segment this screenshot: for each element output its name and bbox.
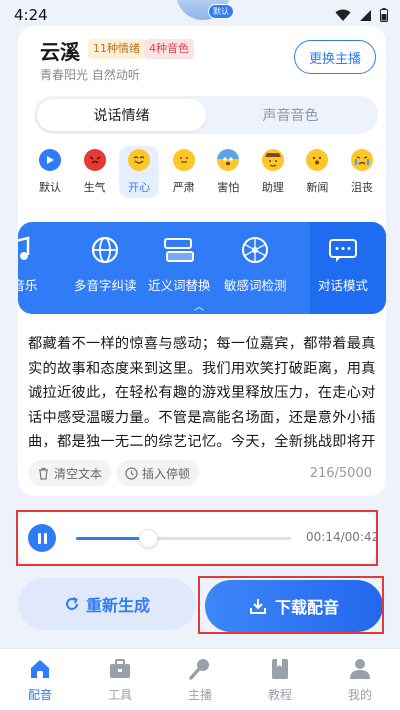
- play-circle-icon: [39, 149, 61, 171]
- voice-description: 青春阳光 自然动听: [40, 68, 140, 82]
- emotion-default[interactable]: 默认: [30, 146, 70, 198]
- voice-name: 云溪: [40, 40, 80, 64]
- nav-label: 教程: [267, 688, 292, 702]
- emotion-label: 默认: [39, 181, 61, 194]
- regenerate-button[interactable]: 重新生成: [18, 578, 196, 630]
- emotion-happy[interactable]: 开心: [119, 146, 160, 198]
- happy-face-icon: [128, 149, 151, 171]
- tool-label: 近义词替换: [148, 278, 211, 293]
- emotion-label: 新闻: [306, 181, 329, 194]
- clock-icon: [125, 466, 138, 480]
- music-note-icon: [18, 232, 37, 268]
- tool-dialogue-mode[interactable]: 对话模式: [318, 232, 368, 294]
- nav-profile[interactable]: 我的: [320, 649, 400, 710]
- character-counter: 216/5000: [309, 466, 372, 481]
- status-icons: [335, 8, 388, 22]
- emotion-tone-tabs: 说话情绪 声音音色: [34, 96, 378, 134]
- tool-polyphone-correction[interactable]: 多音字纠读: [74, 232, 137, 294]
- player-highlight-outline: [16, 510, 378, 566]
- clear-text-button[interactable]: 清空文本: [28, 460, 112, 486]
- clear-text-label: 清空文本: [54, 466, 103, 481]
- tool-synonym-replace[interactable]: 近义词替换: [148, 232, 211, 294]
- tool-label: 多音字纠读: [74, 278, 137, 293]
- download-highlight-outline: [198, 576, 384, 634]
- nav-label: 我的: [347, 688, 372, 702]
- toolbox-icon: [110, 659, 130, 678]
- network-icon: [237, 232, 273, 268]
- emotion-label: 助理: [261, 181, 284, 194]
- tab-speaking-emotion[interactable]: 说话情绪: [37, 99, 206, 131]
- emotion-label: 开心: [128, 181, 151, 194]
- insert-pause-button[interactable]: 插入停顿: [116, 460, 200, 486]
- emotion-sad[interactable]: 沮丧: [342, 146, 382, 198]
- tool-label: 景音乐: [18, 278, 38, 293]
- signal-icon: [360, 9, 371, 21]
- battery-icon: [380, 8, 388, 22]
- tool-label: 对话模式: [318, 278, 369, 293]
- insert-pause-label: 插入停顿: [142, 466, 191, 481]
- wifi-icon: [335, 9, 351, 21]
- emotion-serious[interactable]: 严肃: [164, 146, 204, 198]
- home-icon: [31, 660, 49, 678]
- sad-face-icon: [350, 149, 373, 171]
- profile-icon: [350, 659, 370, 679]
- emotion-label: 生气: [83, 181, 106, 194]
- angry-face-icon: [83, 149, 106, 171]
- emotion-scared[interactable]: 害怕: [208, 146, 248, 198]
- nav-anchor[interactable]: 主播: [160, 649, 240, 710]
- avatar-default-badge: 默认: [208, 4, 234, 19]
- change-anchor-button[interactable]: 更换主播: [294, 40, 376, 74]
- nav-label: 主播: [187, 688, 212, 702]
- scared-face-icon: [217, 149, 240, 171]
- microphone-icon: [189, 659, 209, 680]
- tone-count-tag: 4种音色: [144, 39, 194, 59]
- script-text[interactable]: 都藏着不一样的惊喜与感动；每一位嘉宾，都带着最真实的故事和态度来到这里。我们用欢…: [28, 332, 380, 455]
- globe-icon: [87, 232, 123, 268]
- voice-card: 云溪 11种情绪 4种音色 青春阳光 自然动听 更换主播 说话情绪 声音音色 默…: [18, 26, 386, 496]
- nav-dubbing[interactable]: 配音: [0, 649, 80, 710]
- emotion-label: 严肃: [172, 181, 195, 194]
- assistant-face-icon: [261, 149, 284, 171]
- status-time: 4:24: [14, 6, 48, 24]
- tools-bar: 景音乐 多音字纠读 近义词替换 敏感词检测 对话模式 ︿: [18, 222, 386, 314]
- emotion-news[interactable]: 新闻: [297, 146, 337, 198]
- chat-bubbles-icon: [325, 232, 361, 268]
- emotion-label: 沮丧: [350, 181, 373, 194]
- news-face-icon: [306, 149, 329, 171]
- regenerate-label: 重新生成: [85, 596, 150, 615]
- nav-label: 配音: [27, 688, 52, 702]
- trash-icon: [39, 467, 48, 480]
- book-icon: [272, 659, 288, 679]
- refresh-icon: [66, 597, 78, 610]
- tab-voice-tone[interactable]: 声音音色: [206, 99, 375, 131]
- swap-icon: [161, 232, 197, 268]
- serious-face-icon: [172, 149, 195, 171]
- emotion-list: 默认 生气 开心 严肃 害怕 助理 新闻 沮丧: [30, 146, 382, 198]
- emotion-count-tag: 11种情绪: [88, 39, 145, 59]
- tool-sensitive-word-check[interactable]: 敏感词检测: [224, 232, 287, 294]
- tool-background-music[interactable]: 景音乐: [18, 232, 38, 294]
- chevron-up-icon[interactable]: ︿: [194, 298, 204, 313]
- bottom-navigation: 配音 工具 主播 教程 我的: [0, 648, 400, 710]
- emotion-label: 害怕: [217, 181, 240, 194]
- nav-tutorial[interactable]: 教程: [240, 649, 320, 710]
- emotion-angry[interactable]: 生气: [75, 146, 115, 198]
- nav-tools[interactable]: 工具: [80, 649, 160, 710]
- nav-label: 工具: [107, 688, 132, 702]
- emotion-assistant[interactable]: 助理: [253, 146, 293, 198]
- tool-label: 敏感词检测: [224, 278, 287, 293]
